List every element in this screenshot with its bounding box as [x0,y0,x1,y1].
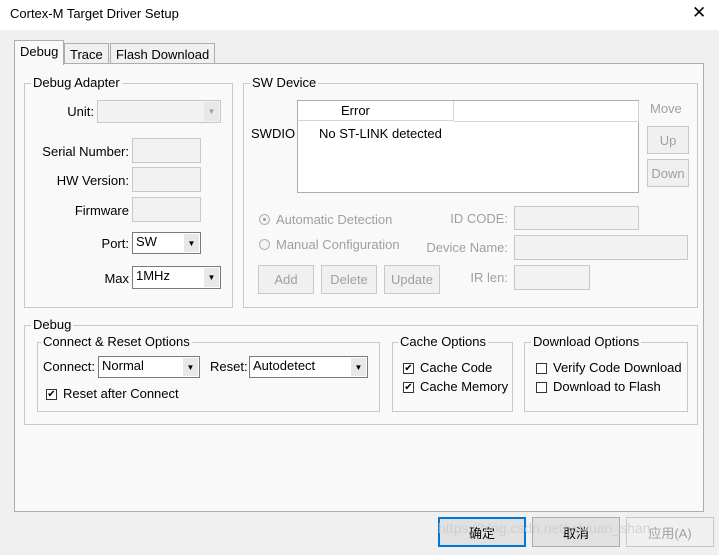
port-select[interactable]: SW ▼ [132,232,201,254]
download-to-flash-checkbox[interactable] [536,382,547,393]
serial-number-label: Serial Number: [42,144,129,159]
unit-label: Unit: [67,104,94,119]
manual-configuration-radio[interactable] [259,239,270,250]
debug-adapter-title: Debug Adapter [31,75,122,90]
device-name-label: Device Name: [426,240,508,255]
id-code-field [514,206,639,230]
sw-device-list[interactable]: Error No ST-LINK detected [297,100,639,193]
cache-options-title: Cache Options [398,334,488,349]
hw-version-label: HW Version: [56,173,129,188]
cache-code-checkbox[interactable]: ✔ [403,363,414,374]
chevron-down-icon: ▼ [351,358,366,376]
manual-configuration-label: Manual Configuration [276,237,400,252]
move-down-button[interactable]: Down [647,159,689,187]
check-icon: ✔ [404,382,413,393]
unit-select: ▼ [97,100,221,123]
download-to-flash-label: Download to Flash [553,379,661,394]
automatic-detection-radio[interactable] [259,214,270,225]
window-title: Cortex-M Target Driver Setup [10,6,179,21]
device-name-field [514,235,688,260]
hw-version-field [132,167,201,192]
firmware-field [132,197,201,222]
move-up-button[interactable]: Up [647,126,689,154]
firmware-label: Firmware [74,203,129,218]
cache-memory-checkbox[interactable]: ✔ [403,382,414,393]
tab-trace[interactable]: Trace [64,43,109,65]
ir-len-field [514,265,590,290]
sw-device-title: SW Device [250,75,319,90]
automatic-detection-label: Automatic Detection [276,212,393,227]
cache-memory-label: Cache Memory [420,379,509,394]
tab-debug[interactable]: Debug [14,40,65,65]
ir-len-label: IR len: [470,270,508,285]
connect-reset-title: Connect & Reset Options [41,334,192,349]
delete-button[interactable]: Delete [321,265,377,294]
column-blank[interactable] [454,101,639,122]
chevron-down-icon: ▼ [204,268,219,287]
chevron-down-icon: ▼ [204,102,219,121]
verify-code-download-label: Verify Code Download [553,360,682,375]
swdio-label: SWDIO [251,126,296,141]
list-item: No ST-LINK detected [319,126,442,141]
tab-flash-download[interactable]: Flash Download [110,43,216,65]
serial-number-field [132,138,201,163]
chevron-down-icon: ▼ [184,234,199,252]
watermark: https://blog.csdn.net/ydyuan_shan [438,520,651,536]
move-label: Move [650,101,682,116]
download-options-group [524,342,688,412]
cache-code-label: Cache Code [420,360,493,375]
connect-select[interactable]: Normal ▼ [98,356,200,378]
download-options-title: Download Options [531,334,642,349]
update-button[interactable]: Update [384,265,440,294]
port-label: Port: [101,236,129,251]
close-icon[interactable]: ✕ [692,3,706,23]
connect-label: Connect: [43,359,96,374]
reset-after-connect-checkbox[interactable]: ✔ [46,389,57,400]
column-error[interactable]: Error [298,101,454,121]
id-code-label: ID CODE: [450,211,508,226]
max-clock-label: Max [104,271,129,286]
reset-select[interactable]: Autodetect ▼ [249,356,368,378]
add-button[interactable]: Add [258,265,314,294]
reset-after-connect-label: Reset after Connect [63,386,179,401]
check-icon: ✔ [47,389,56,400]
cache-options-group [392,342,513,412]
check-icon: ✔ [404,363,413,374]
reset-label: Reset: [210,359,248,374]
chevron-down-icon: ▼ [183,358,198,376]
max-clock-select[interactable]: 1MHz ▼ [132,266,221,289]
debug-group-title: Debug [31,317,74,332]
verify-code-download-checkbox[interactable] [536,363,547,374]
